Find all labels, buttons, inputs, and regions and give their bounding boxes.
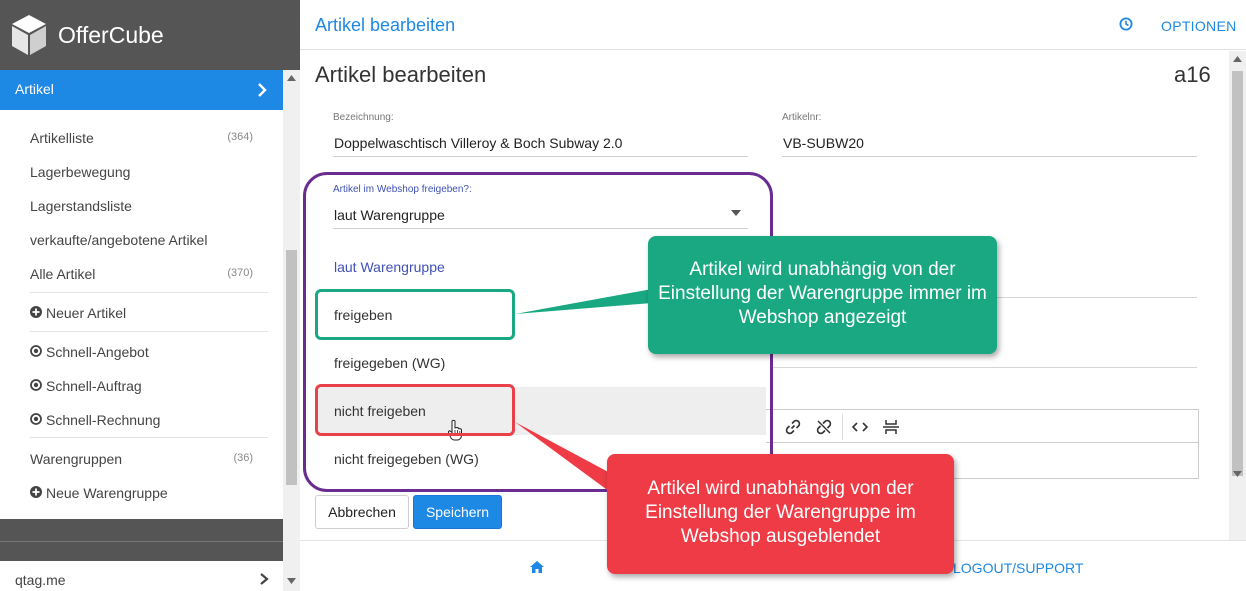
chevron-right-icon: [260, 573, 269, 585]
sidebar-item-artikelliste[interactable]: Artikelliste (364): [30, 122, 268, 152]
artikelnr-underline: [782, 156, 1197, 157]
sidebar-item-neue-warengruppe[interactable]: Neue Warengruppe: [30, 477, 268, 507]
sidebar-divider: [30, 331, 268, 332]
bezeichnung-underline: [333, 156, 748, 157]
field-underline: [772, 367, 1197, 368]
bezeichnung-label: Bezeichnung:: [333, 112, 394, 123]
sidebar-item-label: qtag.me: [15, 572, 66, 588]
highlight-box-nicht-freigeben: [315, 384, 515, 436]
article-code: a16: [1174, 62, 1211, 87]
chevron-right-icon: [258, 83, 267, 97]
sidebar-item-label: Lagerstandsliste: [30, 198, 132, 214]
dot-circle-icon: [30, 379, 42, 391]
sidebar-item-label: Alle Artikel: [30, 266, 96, 282]
options-link[interactable]: OPTIONEN: [1161, 18, 1237, 34]
editor-toolbar: [763, 410, 1198, 443]
page-title: Artikel bearbeiten: [315, 62, 487, 87]
scroll-up-icon[interactable]: [287, 75, 296, 81]
page-break-icon[interactable]: [881, 417, 901, 437]
home-icon[interactable]: [530, 561, 544, 573]
sidebar-item-alle-artikel[interactable]: Alle Artikel (370): [30, 258, 268, 288]
sidebar-section-bar: [0, 519, 283, 541]
sidebar-item-label: Schnell-Auftrag: [46, 378, 142, 394]
dot-circle-icon: [30, 345, 42, 357]
toolbar-separator: [842, 414, 843, 440]
bezeichnung-input[interactable]: Doppelwaschtisch Villeroy & Boch Subway …: [334, 135, 622, 151]
sidebar-item-warengruppen[interactable]: Warengruppen (36): [30, 443, 268, 473]
sidebar: OfferCube Artikel Artikelliste (364) Lag…: [0, 0, 300, 591]
artikelnr-input[interactable]: VB-SUBW20: [783, 135, 864, 151]
code-icon[interactable]: [850, 417, 870, 437]
sidebar-item-label: Schnell-Rechnung: [46, 412, 161, 428]
sidebar-scrollbar[interactable]: [283, 70, 300, 591]
save-button[interactable]: Speichern: [413, 495, 502, 529]
callout-teal: Artikel wird unabhängig von der Einstell…: [648, 236, 997, 354]
logout-support-link[interactable]: LOGOUT/SUPPORT: [953, 560, 1083, 576]
main-scrollbar[interactable]: [1229, 51, 1246, 540]
clock-icon[interactable]: [1119, 17, 1133, 31]
unlink-icon[interactable]: [814, 417, 834, 437]
sidebar-item-label: Warengruppen: [30, 451, 123, 467]
sidebar-item-label: Schnell-Angebot: [46, 344, 149, 360]
sidebar-item-label: Artikelliste: [30, 130, 94, 146]
sidebar-item-label: Neuer Artikel: [46, 305, 127, 321]
sidebar-scrollbar-thumb[interactable]: [286, 250, 297, 485]
sidebar-item-schnell-angebot[interactable]: Schnell-Angebot: [30, 336, 268, 366]
sidebar-item-count: (36): [233, 452, 253, 464]
dot-circle-icon: [30, 413, 42, 425]
scroll-down-icon[interactable]: [287, 578, 296, 584]
artikelnr-label: Artikelnr:: [782, 112, 822, 123]
sidebar-item-qtag[interactable]: qtag.me: [0, 561, 283, 591]
sidebar-item-neuer-artikel[interactable]: Neuer Artikel: [30, 297, 268, 327]
topbar-title: Artikel bearbeiten: [315, 15, 456, 35]
sidebar-section-label: Artikel: [15, 81, 54, 97]
sidebar-item-label: Lagerbewegung: [30, 164, 131, 180]
callout-red: Artikel wird unabhängig von der Einstell…: [607, 454, 954, 574]
sidebar-divider: [30, 437, 268, 438]
main-scrollbar-thumb[interactable]: [1232, 71, 1243, 476]
plus-circle-icon: [30, 486, 42, 498]
cube-logo-icon: [12, 15, 46, 55]
brand-name: OfferCube: [58, 22, 164, 48]
brand-header: OfferCube: [0, 0, 300, 70]
sidebar-item-lagerbewegung[interactable]: Lagerbewegung: [30, 156, 268, 186]
sidebar-divider: [30, 292, 268, 293]
sidebar-item-count: (364): [227, 131, 253, 143]
sidebar-item-verkaufte-artikel[interactable]: verkaufte/angebotene Artikel: [30, 224, 268, 254]
cancel-button[interactable]: Abbrechen: [315, 495, 409, 529]
sidebar-item-lagerstandsliste[interactable]: Lagerstandsliste: [30, 190, 268, 220]
scroll-down-icon[interactable]: [1233, 471, 1242, 477]
sidebar-item-schnell-rechnung[interactable]: Schnell-Rechnung: [30, 404, 268, 434]
sidebar-item-label: Neue Warengruppe: [46, 485, 168, 501]
link-icon[interactable]: [783, 417, 803, 437]
sidebar-section-bar: [0, 541, 283, 561]
scroll-up-icon[interactable]: [1233, 56, 1242, 62]
top-bar: Artikel bearbeiten OPTIONEN: [300, 0, 1246, 50]
plus-circle-icon: [30, 306, 42, 318]
sidebar-item-count: (370): [227, 267, 253, 279]
sidebar-item-schnell-auftrag[interactable]: Schnell-Auftrag: [30, 370, 268, 400]
sidebar-section-artikel[interactable]: Artikel: [0, 70, 283, 110]
highlight-box-freigeben: [315, 289, 515, 340]
sidebar-item-label: verkaufte/angebotene Artikel: [30, 232, 208, 248]
